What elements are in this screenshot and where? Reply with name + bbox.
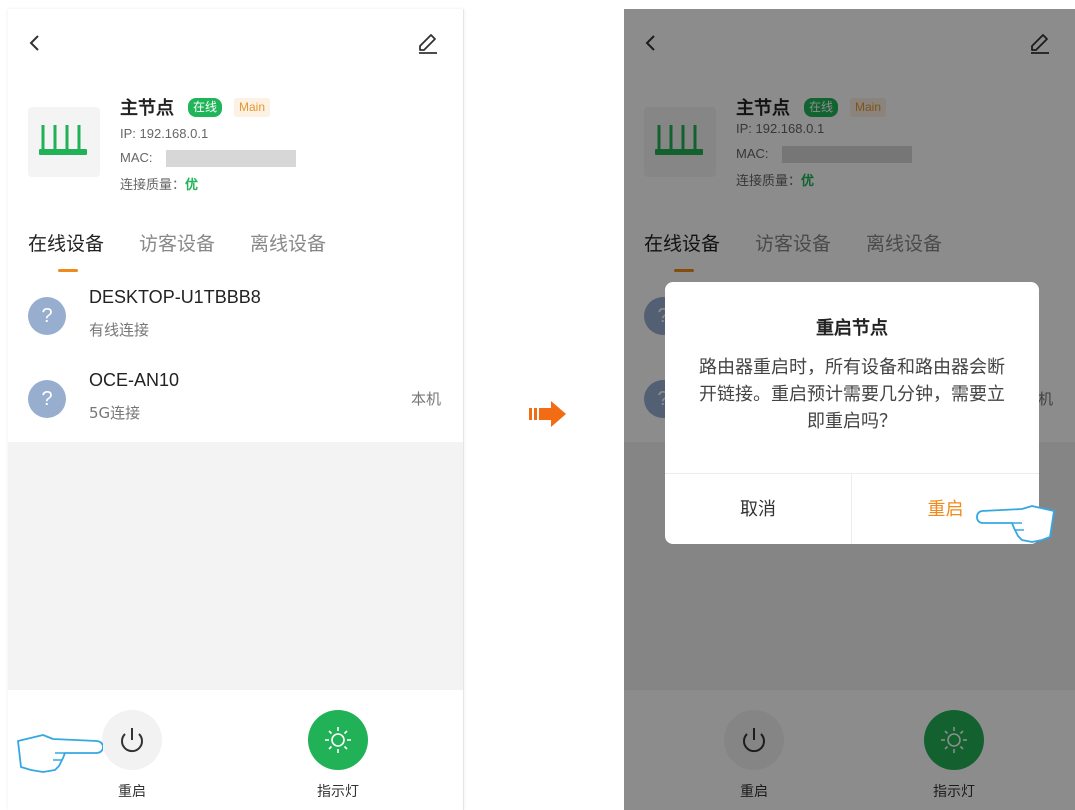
pointing-hand-icon bbox=[17, 734, 103, 773]
device-row[interactable]: ? DESKTOP-U1TBBB8 有线连接 bbox=[8, 281, 463, 351]
active-tab-indicator bbox=[58, 269, 78, 272]
phone-screen-after: 主节点 在线 Main IP: 192.168.0.1 MAC: 连接质量：优 … bbox=[624, 9, 1075, 810]
node-mac-label: MAC: bbox=[120, 150, 153, 165]
cancel-button[interactable]: 取消 bbox=[665, 474, 852, 544]
dialog-message: 路由器重启时，所有设备和路由器会断开链接。重启预计需要几分钟，需要立即重启吗？ bbox=[699, 357, 1005, 432]
led-circle bbox=[308, 710, 368, 770]
unknown-device-icon: ? bbox=[28, 297, 66, 335]
dialog-title: 重启节点 bbox=[816, 318, 888, 339]
router-icon bbox=[39, 125, 87, 155]
node-name: 主节点 bbox=[120, 98, 174, 119]
mac-redacted bbox=[166, 150, 296, 167]
device-connection: 5G连接 bbox=[89, 404, 141, 422]
device-row[interactable]: ? OCE-AN10 5G连接 本机 bbox=[8, 364, 463, 434]
role-badge: Main bbox=[234, 98, 271, 117]
arrow-right-icon bbox=[529, 401, 566, 427]
edit-icon[interactable] bbox=[415, 29, 441, 55]
node-quality: 连接质量：优 bbox=[120, 174, 198, 193]
router-thumbnail bbox=[28, 107, 100, 177]
device-connection: 有线连接 bbox=[89, 321, 150, 339]
unknown-device-icon: ? bbox=[28, 380, 66, 418]
tab-online[interactable]: 在线设备 bbox=[28, 229, 104, 256]
tab-guest[interactable]: 访客设备 bbox=[139, 229, 215, 256]
local-device-label: 本机 bbox=[410, 390, 441, 408]
device-name: DESKTOP-U1TBBB8 bbox=[89, 287, 261, 307]
reboot-button[interactable]: 重启 bbox=[92, 710, 172, 800]
quality-value: 优 bbox=[185, 177, 199, 192]
node-ip: IP: 192.168.0.1 bbox=[120, 126, 209, 141]
device-name: OCE-AN10 bbox=[89, 370, 180, 390]
back-icon[interactable] bbox=[26, 31, 44, 55]
tab-offline[interactable]: 离线设备 bbox=[250, 229, 326, 256]
quality-label: 连接质量： bbox=[120, 177, 186, 192]
led-button[interactable]: 指示灯 bbox=[298, 710, 378, 800]
reboot-label: 重启 bbox=[118, 784, 146, 800]
node-detail-panel: 主节点 在线 Main IP: 192.168.0.1 MAC: 连接质量：优 … bbox=[8, 9, 463, 442]
status-badge: 在线 bbox=[188, 98, 223, 117]
phone-screen-before: 主节点 在线 Main IP: 192.168.0.1 MAC: 连接质量：优 … bbox=[8, 9, 464, 810]
power-icon bbox=[121, 728, 143, 753]
led-label: 指示灯 bbox=[317, 784, 359, 800]
pointing-hand-icon bbox=[976, 505, 1055, 543]
sun-icon bbox=[325, 727, 351, 753]
reboot-circle bbox=[102, 710, 162, 770]
